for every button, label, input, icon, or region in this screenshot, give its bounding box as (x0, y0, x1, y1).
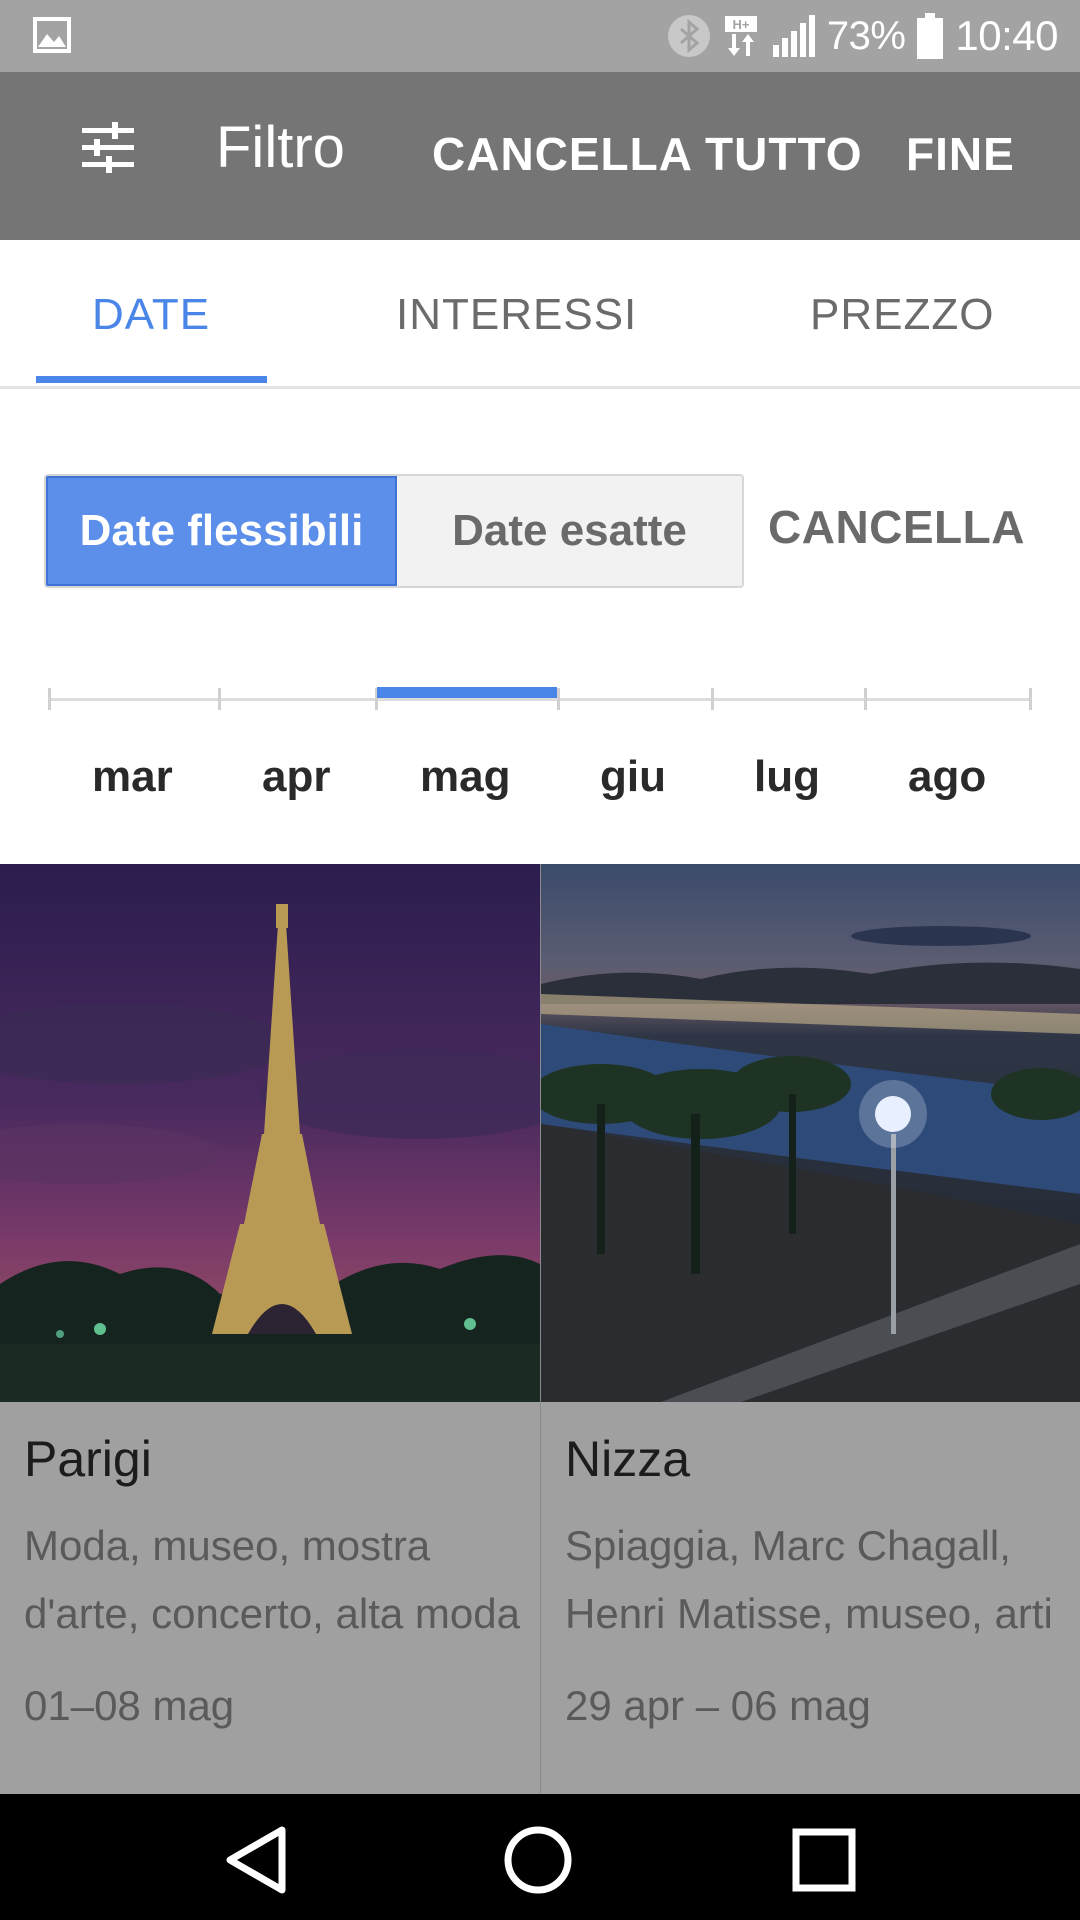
battery-percentage: 73% (826, 13, 906, 58)
gallery-icon (33, 17, 71, 53)
destination-interests: Moda, museo, mostra d'arte, concerto, al… (24, 1522, 520, 1637)
bluetooth-icon (667, 15, 710, 57)
timeline-tick (1029, 688, 1032, 710)
card-info: Nizza Spiaggia, Marc Chagall, Henri Mati… (541, 1402, 1080, 1794)
tab-interessi[interactable]: INTERESSI (396, 290, 637, 340)
timeline-track (48, 698, 1032, 701)
svg-text:H+: H+ (732, 17, 749, 32)
exact-dates-button[interactable]: Date esatte (397, 476, 742, 586)
battery-icon (917, 13, 944, 59)
data-hplus-icon: H+ (724, 16, 757, 56)
clear-all-button[interactable]: CANCELLA TUTTO (432, 124, 863, 184)
month-mar[interactable]: mar (92, 752, 173, 802)
nice-promenade-image (541, 864, 1080, 1402)
recents-icon[interactable] (784, 1820, 864, 1900)
cancel-button[interactable]: CANCELLA (768, 500, 1025, 554)
month-giu[interactable]: giu (600, 752, 666, 802)
destination-card-parigi[interactable]: Parigi Moda, museo, mostra d'arte, conce… (0, 864, 540, 1794)
tab-prezzo[interactable]: PREZZO (810, 290, 994, 340)
month-timeline[interactable] (48, 680, 1032, 720)
date-mode-toggle: Date flessibili Date esatte (44, 474, 744, 588)
eiffel-tower-image (0, 864, 540, 1402)
destination-dates: 29 apr – 06 mag (565, 1682, 871, 1729)
destination-interests: Spiaggia, Marc Chagall, Henri Matisse, m… (565, 1522, 1053, 1637)
timeline-tick (864, 688, 867, 710)
tab-date[interactable]: DATE (92, 290, 210, 340)
tab-bar: DATE INTERESSI PREZZO (0, 240, 1080, 389)
active-tab-indicator (36, 376, 267, 383)
system-nav-bar (0, 1794, 1080, 1920)
signal-icon (772, 15, 815, 57)
timeline-tick (711, 688, 714, 710)
status-bar: H+ 73% 10:40 (0, 0, 1080, 72)
month-lug[interactable]: lug (754, 752, 820, 802)
selected-range-bar[interactable] (377, 687, 557, 698)
destination-dates: 01–08 mag (24, 1682, 235, 1729)
destination-name: Nizza (565, 1431, 691, 1487)
page-title: Filtro (216, 115, 345, 180)
timeline-tick (48, 688, 51, 710)
clock: 10:40 (955, 12, 1058, 59)
done-button[interactable]: FINE (906, 124, 1015, 184)
home-icon[interactable] (498, 1820, 578, 1900)
back-icon[interactable] (216, 1820, 296, 1900)
month-apr[interactable]: apr (262, 752, 330, 802)
timeline-tick (557, 688, 560, 710)
app-bar: Filtro CANCELLA TUTTO FINE (0, 72, 1080, 240)
filter-tune-icon[interactable] (78, 118, 138, 178)
destination-card-nizza[interactable]: Nizza Spiaggia, Marc Chagall, Henri Mati… (541, 864, 1080, 1794)
month-ago[interactable]: ago (908, 752, 986, 802)
destination-name: Parigi (24, 1431, 152, 1487)
destination-grid: Parigi Moda, museo, mostra d'arte, conce… (0, 864, 1080, 1794)
month-mag[interactable]: mag (420, 752, 510, 802)
card-info: Parigi Moda, museo, mostra d'arte, conce… (0, 1402, 540, 1794)
timeline-tick (218, 688, 221, 710)
flexible-dates-button[interactable]: Date flessibili (46, 476, 397, 586)
